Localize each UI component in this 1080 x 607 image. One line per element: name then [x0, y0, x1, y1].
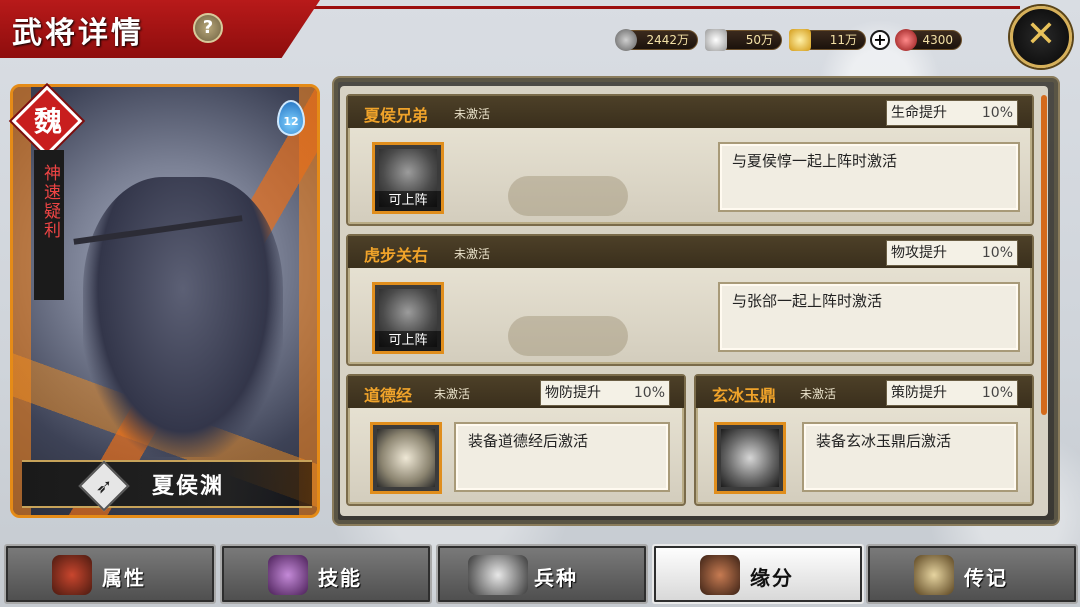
tab-biography[interactable]: 传记	[866, 544, 1078, 604]
currency-gem: 4300	[895, 29, 962, 51]
bond-name: 虎步关右	[364, 246, 429, 265]
bond-name: 玄冰玉鼎	[712, 386, 777, 405]
hero-name: 夏侯渊	[152, 473, 225, 499]
bow-glyph-icon: ➶	[95, 474, 113, 498]
help-icon[interactable]: ?	[193, 13, 223, 43]
bond-description: 与夏侯惇一起上阵时激活	[718, 142, 1020, 212]
tab-troops[interactable]: 兵种	[436, 544, 648, 604]
attr-value: 10%	[981, 385, 1013, 401]
attr-value: 10%	[981, 105, 1013, 121]
attr-label: 策防提升	[891, 385, 947, 401]
bond-attribute: 物攻提升 10%	[886, 240, 1018, 266]
bond-attribute: 生命提升 10%	[886, 100, 1018, 126]
currency-gold: 11万	[789, 29, 866, 51]
equipment-tile-cauldron[interactable]	[714, 422, 786, 494]
cloud-decoration	[508, 176, 628, 216]
tab-bonds[interactable]: 缘分	[652, 544, 864, 604]
header-line	[240, 6, 1020, 9]
bond-status: 未激活	[454, 247, 491, 261]
add-currency-icon[interactable]: +	[870, 30, 890, 50]
star-level-badge: 12	[277, 100, 305, 140]
bond-status: 未激活	[434, 387, 471, 401]
tab-label: 属性	[102, 566, 146, 590]
bond-description: 装备道德经后激活	[454, 422, 670, 492]
currency-silver: 50万	[705, 29, 782, 51]
tab-skills[interactable]: 技能	[220, 544, 432, 604]
bonds-scrollbar[interactable]	[1041, 95, 1047, 415]
close-button[interactable]: ✕	[1010, 6, 1072, 68]
skill-scroll-icon	[268, 555, 308, 595]
attr-label: 生命提升	[891, 105, 947, 121]
bond-name: 道德经	[364, 386, 413, 405]
bond-description: 与张郃一起上阵时激活	[718, 282, 1020, 352]
hero-title-strip: 神速疑利	[34, 150, 64, 300]
bond-card: 道德经 未激活 物防提升 10% 装备道德经后激活	[346, 374, 686, 506]
attr-value: 10%	[981, 245, 1013, 261]
bond-card: 玄冰玉鼎 未激活 策防提升 10% 装备玄冰玉鼎后激活	[694, 374, 1034, 506]
bond-description: 装备玄冰玉鼎后激活	[802, 422, 1018, 492]
tab-attributes[interactable]: 属性	[4, 544, 216, 604]
tiger-icon	[468, 555, 528, 595]
bond-status: 未激活	[454, 107, 491, 121]
tile-label: 可上阵	[375, 191, 441, 211]
bond-attribute: 策防提升 10%	[886, 380, 1018, 406]
attr-value: 10%	[633, 385, 665, 401]
hero-figure	[83, 177, 283, 457]
tile-label: 可上阵	[375, 331, 441, 351]
bond-attribute: 物防提升 10%	[540, 380, 670, 406]
red-gem-icon	[895, 29, 917, 51]
currency-gold-value: 11万	[829, 33, 857, 47]
bond-card: 虎步关右 未激活 物攻提升 10% 可上阵 与张郃一起上阵时激活	[346, 234, 1034, 366]
equipment-tile-scroll[interactable]	[370, 422, 442, 494]
cauldron-item-icon	[721, 429, 779, 487]
hero-tile-xiahou-dun[interactable]: 可上阵	[372, 142, 444, 214]
tab-label: 兵种	[534, 566, 578, 590]
bond-status: 未激活	[800, 387, 837, 401]
page-title: 武将详情	[12, 16, 144, 51]
currency-copper: 2442万	[615, 29, 698, 51]
currency-copper-value: 2442万	[646, 33, 689, 47]
faction-label: 魏	[33, 105, 62, 138]
water-drop-icon: 12	[277, 100, 305, 136]
tab-label: 技能	[318, 566, 362, 590]
handshake-icon	[700, 555, 740, 595]
gold-ingot-icon	[789, 29, 811, 51]
currency-silver-value: 50万	[745, 33, 773, 47]
cloud-decoration	[508, 316, 628, 356]
helmet-icon	[52, 555, 92, 595]
bond-card: 夏侯兄弟 未激活 生命提升 10% 可上阵 与夏侯惇一起上阵时激活	[346, 94, 1034, 226]
hero-title: 神速疑利	[40, 164, 60, 240]
coin-icon	[615, 29, 637, 51]
attr-label: 物攻提升	[891, 245, 947, 261]
currency-gem-value: 4300	[922, 33, 953, 47]
attr-label: 物防提升	[545, 385, 601, 401]
silver-ingot-icon	[705, 29, 727, 51]
scroll-icon	[914, 555, 954, 595]
bond-name: 夏侯兄弟	[364, 106, 429, 125]
hero-tile-zhang-he[interactable]: 可上阵	[372, 282, 444, 354]
tab-label: 缘分	[750, 566, 794, 590]
scroll-item-icon	[377, 429, 435, 487]
tab-label: 传记	[964, 566, 1008, 590]
